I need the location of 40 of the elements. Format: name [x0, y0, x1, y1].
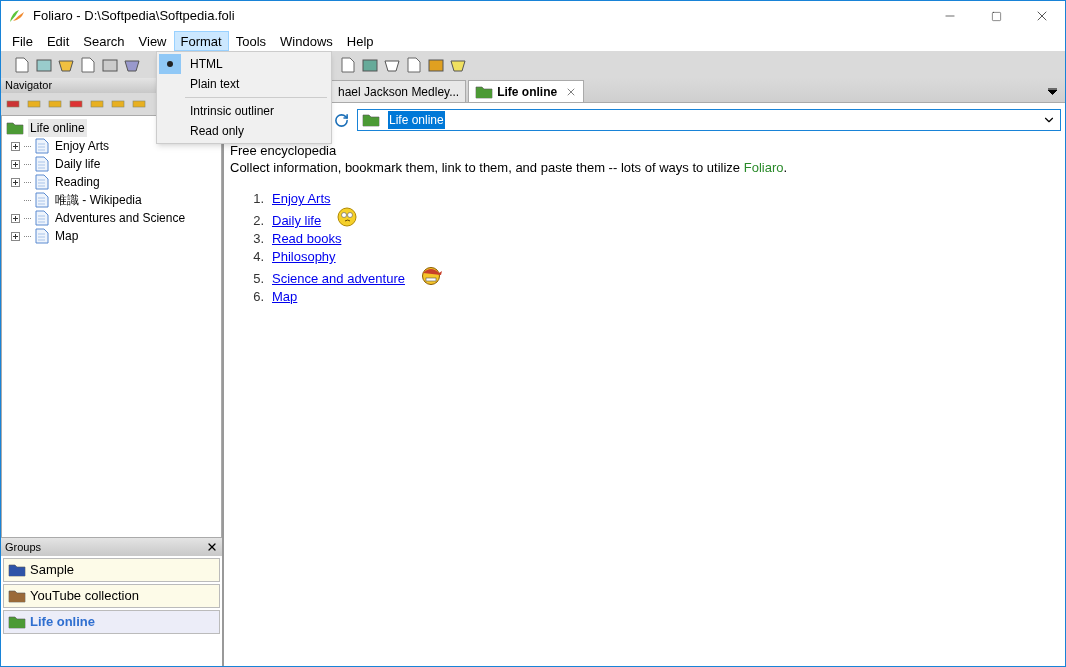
list-number: 2. — [252, 212, 264, 229]
menu-item[interactable]: Search — [76, 31, 132, 51]
group-item[interactable]: Sample — [3, 558, 220, 582]
panel-header: Groups — [5, 539, 42, 555]
intro-paragraph: Collect information, bookmark them, link to them, and paste them -- lots of ways to utilize Foliaro. — [230, 159, 789, 176]
document-tab[interactable]: hael Jackson Medley... — [331, 80, 467, 102]
tree-item[interactable]: Life online — [28, 119, 87, 137]
list-number: 1. — [252, 190, 264, 207]
link[interactable]: Map — [272, 288, 298, 305]
menu-item[interactable]: Intrinsic outliner — [157, 101, 331, 121]
document-tab[interactable]: Life online — [468, 80, 585, 102]
group-item[interactable]: YouTube collection — [3, 584, 220, 608]
menu-item[interactable]: Edit — [39, 31, 77, 51]
tree-item[interactable]: 唯識 - Wikipedia — [53, 191, 144, 209]
list-number: 5. — [252, 270, 264, 287]
tree-item[interactable]: Adventures and Science — [53, 209, 188, 227]
list-number: 4. — [252, 248, 264, 265]
menu-item[interactable]: File — [5, 31, 40, 51]
window-title: Foliaro - D:\Softpedia\Softpedia.foli — [33, 7, 235, 26]
address-field[interactable]: Life online — [357, 109, 1061, 131]
menu-item[interactable]: Help — [339, 31, 381, 51]
list-number: 3. — [252, 230, 264, 247]
menu-item[interactable]: Format — [173, 31, 229, 51]
page-subtitle: Free encyclopedia — [230, 142, 338, 159]
menu-item[interactable]: View — [131, 31, 174, 51]
menu-item[interactable]: Tools — [228, 31, 274, 51]
link[interactable]: Enjoy Arts — [272, 190, 331, 207]
tree-item[interactable]: Reading — [53, 173, 102, 191]
list-number: 6. — [252, 288, 264, 305]
menu-item[interactable]: Windows — [273, 31, 340, 51]
link[interactable]: Science and adventure — [272, 270, 405, 287]
menu-item[interactable]: Read only — [157, 121, 331, 141]
link[interactable]: Read books — [272, 230, 342, 247]
tree-item[interactable]: Daily life — [53, 155, 103, 173]
group-item[interactable]: Life online — [3, 610, 220, 634]
link[interactable]: Daily life — [272, 212, 322, 229]
tree-item[interactable]: Map — [53, 227, 81, 245]
menu-item[interactable]: HTML — [157, 54, 331, 74]
link[interactable]: Philosophy — [272, 248, 336, 265]
tree-item[interactable]: Enjoy Arts — [53, 137, 112, 155]
